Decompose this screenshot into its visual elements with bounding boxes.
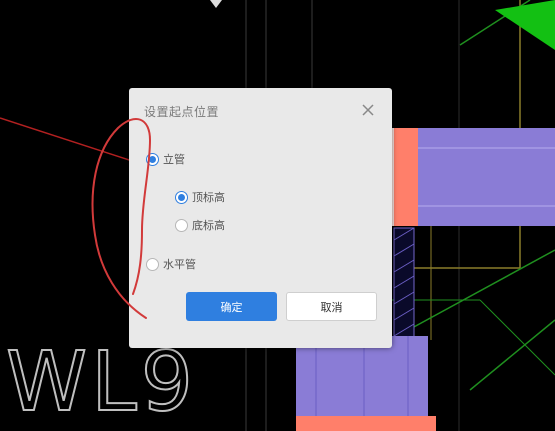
bottom-elevation-option[interactable]: 底标高 — [175, 217, 225, 233]
top-elevation-label: 顶标高 — [192, 191, 225, 204]
top-elevation-radio[interactable] — [175, 190, 188, 204]
vertical-pipe-radio[interactable] — [146, 152, 159, 166]
bottom-elevation-label: 底标高 — [192, 219, 225, 232]
top-elevation-option[interactable]: 顶标高 — [175, 189, 225, 205]
close-icon[interactable] — [360, 102, 376, 118]
horizontal-pipe-label: 水平管 — [163, 258, 196, 271]
vertical-pipe-label: 立管 — [163, 153, 185, 166]
vertical-pipe-option[interactable]: 立管 — [146, 151, 185, 167]
set-start-point-dialog: 设置起点位置 立管 顶标高 底标高 水平管 确定 取消 — [129, 88, 392, 348]
horizontal-pipe-radio[interactable] — [146, 257, 159, 271]
dialog-title: 设置起点位置 — [144, 105, 220, 119]
drawing-label: WL9 — [6, 335, 197, 430]
ok-button[interactable]: 确定 — [186, 292, 277, 321]
bottom-elevation-radio[interactable] — [175, 218, 188, 232]
cancel-button[interactable]: 取消 — [286, 292, 377, 321]
horizontal-pipe-option[interactable]: 水平管 — [146, 256, 196, 272]
